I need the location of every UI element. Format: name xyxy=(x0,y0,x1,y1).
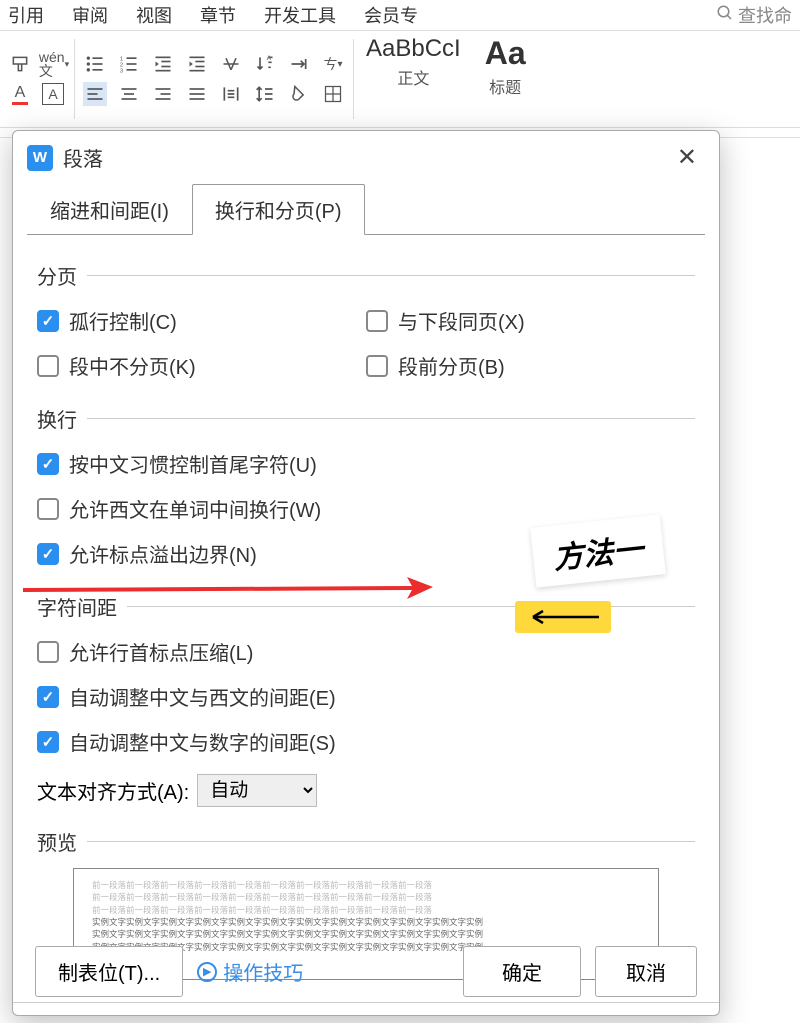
svg-text:A: A xyxy=(267,55,272,62)
character-border-icon[interactable]: A xyxy=(42,83,64,105)
ok-button[interactable]: 确定 xyxy=(463,946,581,997)
bullets-icon[interactable] xyxy=(83,52,107,76)
checkbox-autospace-num[interactable]: 自动调整中文与数字的间距(S) xyxy=(37,727,695,756)
paragraph-dialog: W 段落 ✕ 缩进和间距(I) 换行和分页(P) 分页 孤行控制(C) 与下段同… xyxy=(12,130,720,1016)
close-button[interactable]: ✕ xyxy=(669,141,705,174)
tab-indent-spacing[interactable]: 缩进和间距(I) xyxy=(27,184,192,235)
tips-link[interactable]: ▶ 操作技巧 xyxy=(197,957,303,986)
shading-icon[interactable] xyxy=(287,82,311,106)
search-command[interactable]: 查找命 xyxy=(716,2,792,28)
align-left-icon[interactable] xyxy=(83,82,107,106)
section-pagination: 分页 xyxy=(37,261,77,290)
checkbox-cjk-linebreak[interactable]: 按中文习惯控制首尾字符(U) xyxy=(37,449,695,478)
dialog-title: 段落 xyxy=(63,143,103,172)
style-normal[interactable]: AaBbCcI 正文 xyxy=(354,31,473,127)
format-painter-icon[interactable] xyxy=(8,52,32,76)
section-linebreak: 换行 xyxy=(37,404,77,433)
tab-line-pagebreak[interactable]: 换行和分页(P) xyxy=(192,184,365,235)
annotation-method-label: 方法一 xyxy=(530,514,666,587)
checkbox-orphan-control[interactable]: 孤行控制(C) xyxy=(37,306,366,335)
wps-logo-icon: W xyxy=(27,145,53,171)
asian-layout-icon[interactable] xyxy=(219,52,243,76)
line-spacing-icon[interactable] xyxy=(253,82,277,106)
text-align-select[interactable]: 自动 xyxy=(197,774,317,807)
search-icon xyxy=(716,4,734,27)
checkbox-autospace-en[interactable]: 自动调整中文与西文的间距(E) xyxy=(37,682,695,711)
show-marks-icon[interactable]: ㄘ▾ xyxy=(321,52,345,76)
checkbox-page-break-before[interactable]: 段前分页(B) xyxy=(366,351,695,380)
ribbon-tab[interactable]: 审阅 xyxy=(72,2,108,28)
sort-icon[interactable]: A xyxy=(253,52,277,76)
tab-icon[interactable] xyxy=(287,52,311,76)
play-icon: ▶ xyxy=(197,962,217,982)
ribbon-tab[interactable]: 视图 xyxy=(136,2,172,28)
ribbon-tab[interactable]: 章节 xyxy=(200,2,236,28)
numbering-icon[interactable]: 123 xyxy=(117,52,141,76)
text-align-label: 文本对齐方式(A): xyxy=(37,776,189,805)
decrease-indent-icon[interactable] xyxy=(151,52,175,76)
increase-indent-icon[interactable] xyxy=(185,52,209,76)
ribbon-tab[interactable]: 会员专 xyxy=(364,2,418,28)
checkbox-compress-punct[interactable]: 允许行首标点压缩(L) xyxy=(37,637,695,666)
tabs-button[interactable]: 制表位(T)... xyxy=(35,946,183,997)
style-heading[interactable]: Aa 标题 xyxy=(473,31,538,127)
checkbox-latin-wordwrap[interactable]: 允许西文在单词中间换行(W) xyxy=(37,494,695,523)
align-center-icon[interactable] xyxy=(117,82,141,106)
borders-icon[interactable] xyxy=(321,82,345,106)
annotation-yellow-arrow-icon xyxy=(515,601,611,633)
ribbon-tab[interactable]: 开发工具 xyxy=(264,2,336,28)
section-preview: 预览 xyxy=(37,827,77,856)
annotation-red-arrow-icon xyxy=(23,575,433,605)
align-justify-icon[interactable] xyxy=(185,82,209,106)
phonetic-guide-icon[interactable]: wén文▾ xyxy=(42,52,66,76)
svg-text:3: 3 xyxy=(120,68,123,74)
align-right-icon[interactable] xyxy=(151,82,175,106)
font-color-icon[interactable]: A xyxy=(8,82,32,106)
ribbon-tab[interactable]: 引用 xyxy=(8,2,44,28)
distribute-icon[interactable] xyxy=(219,82,243,106)
ribbon-toolbar: wén文▾ A A 123 A ㄘ▾ AaB xyxy=(0,30,800,128)
checkbox-keep-together[interactable]: 段中不分页(K) xyxy=(37,351,366,380)
cancel-button[interactable]: 取消 xyxy=(595,946,697,997)
checkbox-keep-with-next[interactable]: 与下段同页(X) xyxy=(366,306,695,335)
ribbon-tabs: 引用 审阅 视图 章节 开发工具 会员专 查找命 xyxy=(0,0,800,30)
